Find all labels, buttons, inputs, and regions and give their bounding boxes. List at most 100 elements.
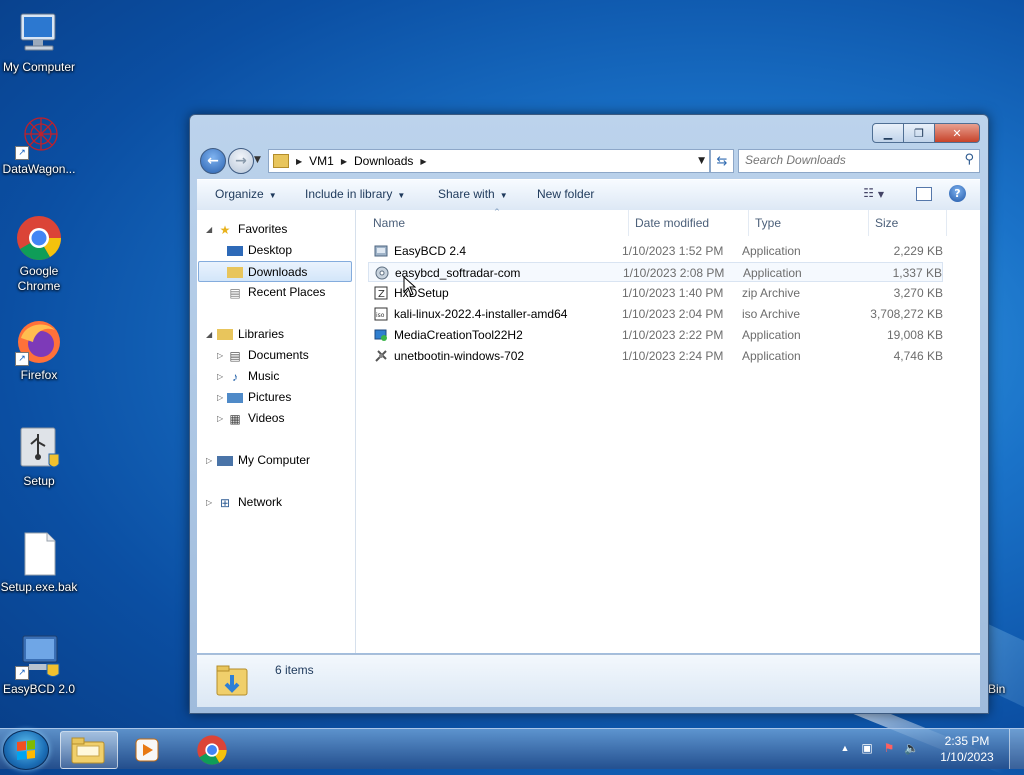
refresh-button[interactable]: ⇆ (710, 149, 734, 173)
desktop-icon-label: Google Chrome (17, 264, 61, 293)
desktop-icon-label: DataWagon... (2, 162, 76, 176)
file-row[interactable]: EasyBCD 2.4 1/10/2023 1:52 PM Applicatio… (368, 241, 943, 261)
organize-menu[interactable]: Organize ▼ (215, 187, 277, 201)
shortcut-arrow-icon: ↗ (15, 352, 29, 366)
breadcrumb-separator-icon[interactable]: ▶ (296, 157, 302, 166)
file-row[interactable]: Z HxDSetup 1/10/2023 1:40 PM zip Archive… (368, 283, 943, 303)
music-icon: ♪ (232, 369, 238, 384)
pictures-icon (227, 392, 243, 403)
volume-icon[interactable]: 🔈 (904, 741, 919, 755)
search-box: ⚲ (738, 149, 980, 173)
breadcrumb-separator-icon[interactable]: ▶ (341, 157, 347, 166)
share-with-menu[interactable]: Share with ▼ (438, 187, 508, 201)
chevron-down-icon: ▼ (499, 191, 508, 200)
expand-triangle-icon[interactable]: ▷ (217, 372, 223, 381)
expand-triangle-icon[interactable]: ▷ (217, 393, 223, 402)
file-type: Application (742, 349, 801, 363)
expand-triangle-icon[interactable]: ▷ (217, 414, 223, 423)
expand-triangle-icon[interactable]: ▷ (206, 498, 212, 507)
chevron-down-icon[interactable]: ▼ (698, 156, 705, 166)
navigation-pane: ◢ ★ Favorites Desktop Downloads ▤ Recent P… (197, 210, 356, 653)
clock[interactable]: 2:35 PM 1/10/2023 (932, 733, 1002, 765)
nav-downloads[interactable]: Downloads (198, 261, 352, 282)
search-input[interactable] (739, 150, 961, 170)
maximize-button[interactable]: ❐ (903, 123, 935, 143)
file-type: iso Archive (742, 307, 801, 321)
start-button[interactable] (3, 730, 49, 770)
iso-icon: iso (374, 307, 388, 321)
unetbootin-icon (375, 350, 387, 362)
desktop-icon-datawagon[interactable]: ↗ DataWagon... (0, 112, 78, 177)
file-row[interactable]: unetbootin-windows-702 1/10/2023 2:24 PM… (368, 346, 943, 366)
nav-videos[interactable]: ▦ Videos (227, 408, 284, 428)
minimize-button[interactable]: ▁ (872, 123, 904, 143)
easybcd-icon: ↗ (15, 632, 63, 680)
nav-documents[interactable]: ▤ Documents (227, 345, 308, 365)
expand-triangle-icon[interactable]: ▷ (206, 456, 212, 465)
change-view-button[interactable]: ☷ ▼ (863, 186, 884, 200)
back-button[interactable]: ← (200, 148, 226, 174)
file-row[interactable]: easybcd_softradar-com 1/10/2023 2:08 PM … (368, 262, 943, 282)
show-hidden-icons-icon[interactable]: ▲ (838, 741, 852, 755)
file-date: 1/10/2023 1:52 PM (622, 244, 724, 258)
setup-app-icon (374, 245, 388, 257)
file-size: 3,708,272 KB (870, 307, 943, 321)
taskbar-chrome-button[interactable] (184, 731, 240, 767)
network-tray-icon[interactable]: ▣ (860, 741, 874, 755)
desktop-icon-setup[interactable]: Setup (0, 424, 78, 489)
file-size: 2,229 KB (893, 244, 943, 258)
chevron-down-icon: ▼ (268, 191, 277, 200)
windows-logo-icon (17, 740, 35, 760)
search-icon[interactable]: ⚲ (964, 152, 974, 167)
breadcrumb-separator-icon[interactable]: ▶ (420, 157, 426, 166)
desktop-icon-chrome[interactable]: Google Chrome (0, 214, 78, 294)
file-size: 19,008 KB (886, 328, 943, 342)
breadcrumb-downloads[interactable]: Downloads (354, 154, 413, 168)
expand-triangle-icon[interactable]: ▷ (217, 351, 223, 360)
file-size: 1,337 KB (892, 266, 942, 280)
file-list: Name ^ Date modified Type Size EasyBCD 2… (356, 208, 980, 653)
file-row[interactable]: MediaCreationTool22H2 1/10/2023 2:22 PM … (368, 325, 943, 345)
breadcrumb-vm1[interactable]: VM1 (309, 154, 334, 168)
preview-pane-button[interactable] (916, 187, 932, 201)
nav-network[interactable]: ⊞ Network (217, 492, 282, 512)
taskbar-media-player-button[interactable] (120, 731, 176, 767)
desktop-icon-label: Setup (23, 474, 55, 488)
include-in-library-menu[interactable]: Include in library ▼ (305, 187, 405, 201)
downloads-folder-icon (216, 665, 248, 696)
view-details-icon: ☷ (863, 186, 875, 200)
desktop-icon-easybcd[interactable]: ↗ EasyBCD 2.0 (0, 632, 78, 697)
forward-button[interactable]: → (228, 148, 254, 174)
chrome-icon (15, 214, 63, 262)
nav-label: Libraries (238, 327, 285, 341)
show-desktop-button[interactable] (1009, 729, 1024, 769)
explorer-window: ▁ ❐ ✕ ← → ▼ ▶ VM1 ▶ Downloads ▶ ▼ ⇆ ⚲ Or… (189, 114, 989, 714)
nav-music[interactable]: ♪ Music (227, 366, 279, 386)
address-bar[interactable]: ▶ VM1 ▶ Downloads ▶ ▼ (268, 149, 710, 173)
desktop-icon-label: EasyBCD 2.0 (2, 682, 76, 696)
nav-recent-places[interactable]: ▤ Recent Places (227, 282, 325, 302)
desktop-icon-setup-bak[interactable]: Setup.exe.bak (0, 530, 78, 595)
nav-my-computer[interactable]: My Computer (217, 450, 310, 470)
recent-places-icon: ▤ (229, 285, 241, 300)
new-folder-button[interactable]: New folder (537, 187, 594, 201)
nav-favorites[interactable]: ★ Favorites (217, 219, 288, 239)
column-header-date-modified[interactable]: Date modified (629, 210, 749, 236)
column-header-type[interactable]: Type (749, 210, 869, 236)
desktop-icon-my-computer[interactable]: My Computer (0, 10, 78, 75)
taskbar-explorer-button[interactable] (60, 731, 118, 769)
help-button[interactable]: ? (949, 185, 966, 202)
collapse-triangle-icon[interactable]: ◢ (206, 330, 212, 339)
nav-libraries[interactable]: Libraries (217, 324, 284, 344)
nav-pictures[interactable]: Pictures (227, 387, 291, 407)
action-center-flag-icon[interactable]: ⚑ (882, 741, 896, 755)
desktop-icon-firefox[interactable]: ↗ Firefox (0, 318, 78, 383)
column-header-size[interactable]: Size (869, 210, 947, 236)
collapse-triangle-icon[interactable]: ◢ (206, 225, 212, 234)
recent-pages-dropdown[interactable]: ▼ (254, 155, 261, 165)
star-icon: ★ (219, 222, 231, 237)
file-row[interactable]: iso kali-linux-2022.4-installer-amd64 1/… (368, 304, 943, 324)
close-button[interactable]: ✕ (934, 123, 980, 143)
nav-desktop[interactable]: Desktop (227, 240, 292, 260)
column-label: Size (875, 216, 899, 230)
